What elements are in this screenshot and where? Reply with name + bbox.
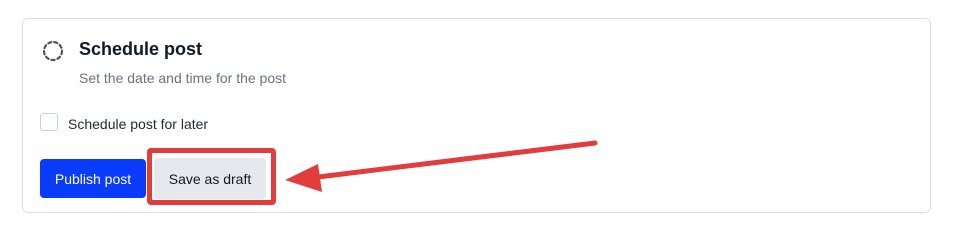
schedule-later-checkbox[interactable] — [40, 113, 58, 131]
save-as-draft-button[interactable]: Save as draft — [154, 158, 266, 199]
card-subtitle: Set the date and time for the post — [79, 70, 287, 86]
loading-dashed-circle-icon — [42, 40, 64, 62]
publish-post-button[interactable]: Publish post — [40, 159, 146, 198]
schedule-post-card: Schedule post Set the date and time for … — [22, 18, 931, 213]
schedule-later-label[interactable]: Schedule post for later — [68, 116, 208, 132]
card-title: Schedule post — [79, 39, 203, 59]
